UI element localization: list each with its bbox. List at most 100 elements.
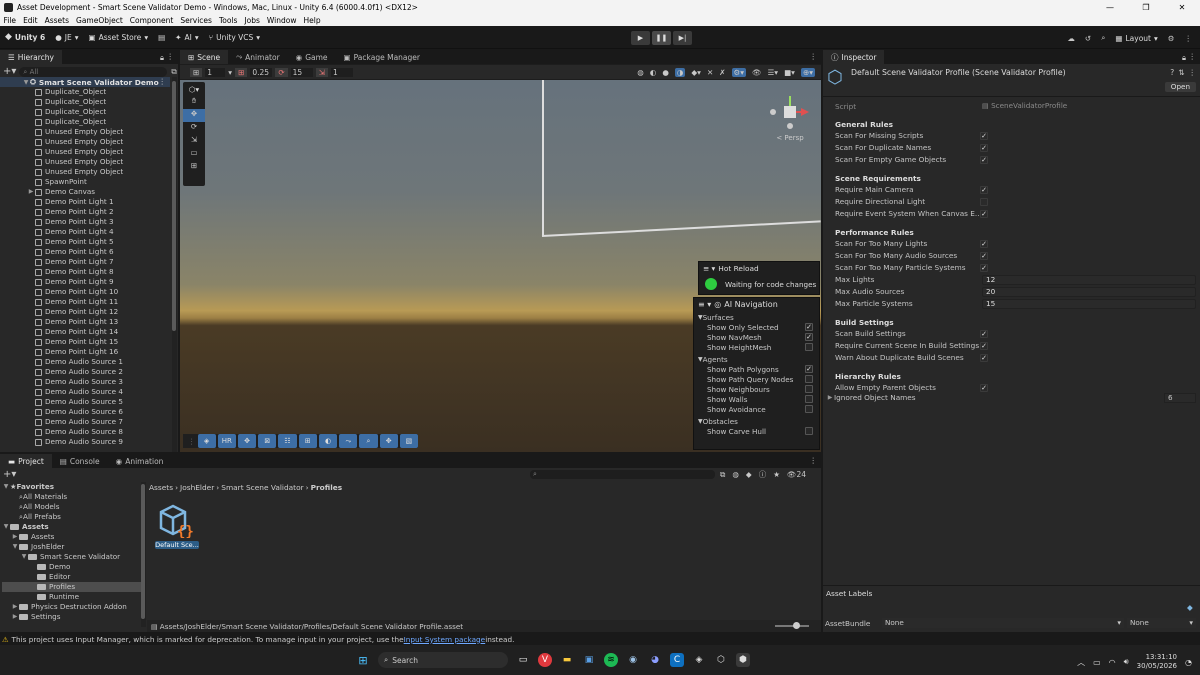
volume-icon[interactable]: 🔊︎ bbox=[1124, 657, 1129, 667]
ignored-count-field[interactable]: 6 bbox=[1164, 393, 1196, 403]
tab-package-manager[interactable]: ▣ Package Manager bbox=[336, 50, 428, 64]
discord-icon[interactable]: ◕ bbox=[648, 653, 662, 667]
hierarchy-item[interactable]: Demo Point Light 4 bbox=[27, 227, 172, 237]
breadcrumb-item[interactable]: Profiles bbox=[311, 483, 343, 492]
project-tree-item[interactable]: Runtime bbox=[2, 592, 142, 602]
breadcrumb-item[interactable]: Smart Scene Validator bbox=[221, 483, 303, 492]
menu-window[interactable]: Window bbox=[263, 16, 300, 25]
hierarchy-item[interactable]: SpawnPoint bbox=[27, 177, 172, 187]
orientation-gizmo[interactable]: < Persp bbox=[765, 92, 815, 147]
project-tree-item[interactable]: Demo bbox=[2, 562, 142, 572]
menu-services[interactable]: Services bbox=[177, 16, 216, 25]
hierarchy-search-input[interactable]: ⌕ All bbox=[19, 66, 168, 77]
hierarchy-item[interactable]: Demo Audio Source 9 bbox=[27, 437, 172, 447]
hierarchy-item[interactable]: Demo Audio Source 7 bbox=[27, 417, 172, 427]
menu-help[interactable]: Help bbox=[300, 16, 324, 25]
ignored-object-names[interactable]: ▶ Ignored Object Names bbox=[826, 393, 916, 402]
audio-mute-icon[interactable]: ✕ bbox=[707, 68, 713, 77]
cloud-icon[interactable]: ☁ bbox=[1067, 34, 1075, 43]
store-icon[interactable]: ▣ bbox=[582, 653, 596, 667]
filter-icon[interactable]: ⧉ bbox=[171, 67, 176, 77]
inspector-checkbox[interactable]: ✓ bbox=[980, 384, 988, 392]
tab-hierarchy[interactable]: ☰ Hierarchy bbox=[0, 50, 62, 64]
more-icon[interactable]: ⋮ bbox=[167, 52, 175, 61]
filter-label-icon[interactable]: ◆ bbox=[746, 470, 752, 479]
favorite-icon[interactable]: ★ bbox=[773, 470, 780, 479]
menu-gameobject[interactable]: GameObject bbox=[73, 16, 127, 25]
hierarchy-item[interactable]: Demo Point Light 1 bbox=[27, 197, 172, 207]
hierarchy-item[interactable]: Demo Audio Source 3 bbox=[27, 377, 172, 387]
expand-arrow-icon[interactable]: ▶ bbox=[27, 187, 35, 197]
project-tree-item[interactable]: ▼ Assets bbox=[2, 522, 142, 532]
unity-account-menu[interactable]: ◆ Unity 6 bbox=[0, 29, 50, 45]
icon-size-slider[interactable] bbox=[775, 622, 809, 629]
expand-arrow-icon[interactable]: ▼ bbox=[20, 552, 28, 562]
hierarchy-item[interactable]: Unused Empty Object bbox=[27, 137, 172, 147]
play-button[interactable]: ▶ bbox=[631, 31, 650, 45]
hierarchy-item[interactable]: Unused Empty Object bbox=[27, 147, 172, 157]
inspector-checkbox[interactable]: ✓ bbox=[980, 144, 988, 152]
hierarchy-item[interactable]: Demo Audio Source 5 bbox=[27, 397, 172, 407]
project-search-input[interactable]: ⌕ bbox=[530, 470, 715, 479]
inspector-checkbox[interactable]: ✓ bbox=[980, 252, 988, 260]
menu-component[interactable]: Component bbox=[126, 16, 177, 25]
menu-tools[interactable]: Tools bbox=[215, 16, 240, 25]
file-explorer-icon[interactable]: ▬ bbox=[560, 653, 574, 667]
shading-solid-icon[interactable]: ● bbox=[662, 68, 669, 77]
scale-snap-icon[interactable]: ⇲ bbox=[315, 67, 328, 77]
asset-labels-header[interactable]: Asset Labels bbox=[826, 589, 872, 598]
hierarchy-item[interactable]: Demo Point Light 12 bbox=[27, 307, 172, 317]
hierarchy-item[interactable]: Demo Point Light 10 bbox=[27, 287, 172, 297]
hierarchy-item[interactable]: Duplicate_Object bbox=[27, 117, 172, 127]
inspector-checkbox[interactable]: ✓ bbox=[980, 342, 988, 350]
expand-arrow-icon[interactable]: ▼ bbox=[11, 542, 19, 552]
tab-scene[interactable]: ⊞ Scene bbox=[180, 50, 229, 64]
blender-like-icon[interactable]: ◈ bbox=[692, 653, 706, 667]
snap-icon[interactable]: ⊞ bbox=[235, 67, 248, 77]
tab-inspector[interactable]: ⓘ Inspector bbox=[823, 50, 885, 64]
project-tree-item[interactable]: Profiles bbox=[2, 582, 142, 592]
hierarchy-item[interactable]: Unused Empty Object bbox=[27, 127, 172, 137]
project-tree-item[interactable]: ▶ Assets bbox=[2, 532, 142, 542]
hierarchy-item[interactable]: Demo Point Light 15 bbox=[27, 337, 172, 347]
wifi-icon[interactable]: ◠ bbox=[1109, 658, 1116, 667]
transform-button[interactable]: ✥ bbox=[379, 434, 398, 448]
inspector-checkbox[interactable]: ✓ bbox=[980, 210, 988, 218]
project-tree-item[interactable]: ▼ Smart Scene Validator bbox=[2, 552, 142, 562]
lock-icon[interactable]: 🔒︎ bbox=[1182, 53, 1186, 63]
settings-icon[interactable]: ⚙ bbox=[1168, 34, 1175, 43]
more-icon[interactable]: ⋮ bbox=[159, 77, 167, 86]
hierarchy-item[interactable]: Duplicate_Object bbox=[27, 97, 172, 107]
asset-bundle-dropdown[interactable]: None ▾ bbox=[882, 618, 1124, 628]
hierarchy-item[interactable]: Demo Audio Source 2 bbox=[27, 367, 172, 377]
more-icon[interactable]: ⋮ bbox=[1189, 52, 1197, 61]
moon-button[interactable]: ◐ bbox=[318, 434, 338, 448]
gizmo-toggle-icon[interactable]: ⚙▾ bbox=[731, 67, 747, 77]
ai-nav-section[interactable]: ▼ Agents bbox=[698, 354, 815, 364]
tool-mode-button[interactable]: ⬡▾ bbox=[183, 82, 205, 96]
expand-arrow-icon[interactable]: ▶ bbox=[11, 532, 19, 542]
snap-toggle-button[interactable]: ⊠ bbox=[258, 434, 277, 448]
scale-tool-button[interactable]: ⇲ bbox=[183, 135, 205, 148]
asset-tile[interactable]: {} Default Sce... bbox=[155, 502, 199, 552]
ai-nav-checkbox[interactable] bbox=[805, 343, 813, 351]
project-tree-item[interactable]: ▶ Settings bbox=[2, 612, 142, 622]
screenshot-button[interactable]: ▧ bbox=[399, 434, 419, 448]
project-tree-item[interactable]: ▼ ★ Favorites bbox=[2, 482, 142, 492]
hierarchy-item[interactable]: Demo Point Light 2 bbox=[27, 207, 172, 217]
scale-snap-field[interactable]: 1 bbox=[330, 67, 353, 77]
ai-nav-checkbox[interactable] bbox=[805, 427, 813, 435]
open-button[interactable]: Open bbox=[1164, 82, 1196, 92]
visibility-icon[interactable]: 👁︎ bbox=[752, 68, 762, 77]
scene-row[interactable]: ▼ ⛭ Smart Scene Validator Demo ⋮ bbox=[0, 77, 170, 87]
camera-icon[interactable]: ■▾ bbox=[784, 68, 795, 77]
project-tree-item[interactable]: ⌕ All Models bbox=[2, 502, 142, 512]
project-tree-item[interactable]: ⌕ All Prefabs bbox=[2, 512, 142, 522]
grid-button[interactable]: ⊞ bbox=[298, 434, 317, 448]
hierarchy-item[interactable]: Demo Point Light 13 bbox=[27, 317, 172, 327]
project-tree-item[interactable]: Editor bbox=[2, 572, 142, 582]
inspector-number-field[interactable]: 12 bbox=[982, 275, 1196, 285]
move-pivot-button[interactable]: ✥ bbox=[237, 434, 257, 448]
inspector-checkbox[interactable] bbox=[980, 198, 988, 206]
collapse-arrow-icon[interactable]: ≡ ▾ bbox=[703, 264, 715, 273]
